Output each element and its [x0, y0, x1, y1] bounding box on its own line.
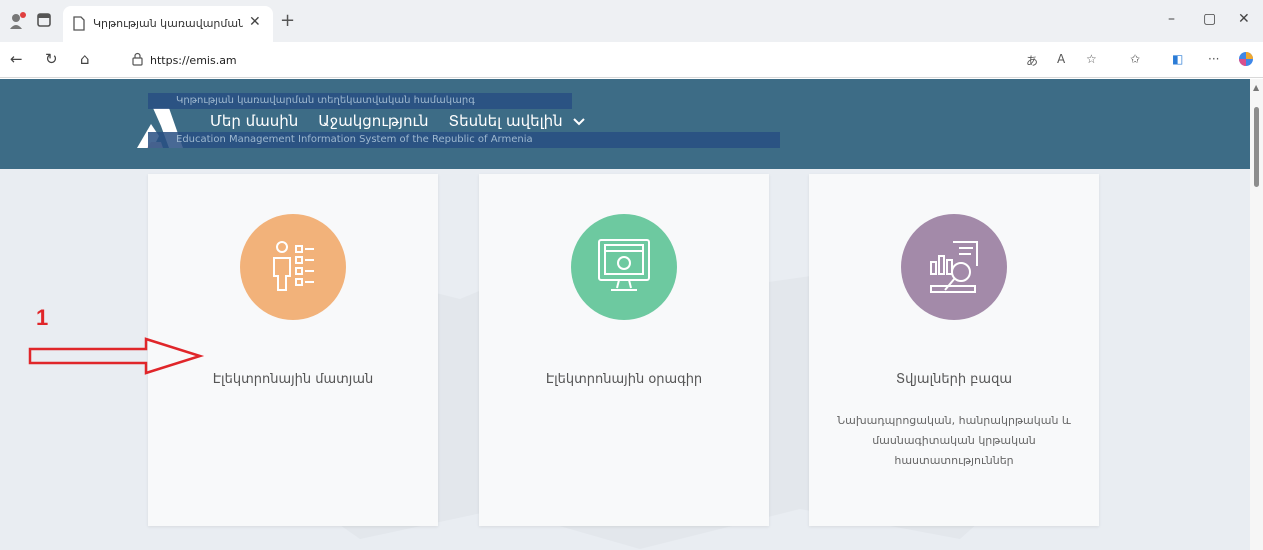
header-overlay-line2: Education Management Information System …: [176, 134, 533, 145]
more-options-icon[interactable]: ···: [1208, 52, 1219, 66]
copilot-icon[interactable]: [1238, 51, 1254, 67]
web-page: Կրթության կառավարման տեղեկատվական համակա…: [0, 79, 1250, 550]
card-description: Նախադպրոցական, հանրակրթական և մասնագիտակ…: [837, 414, 1071, 467]
close-tab-icon[interactable]: ✕: [249, 14, 261, 30]
collections-icon[interactable]: ◧: [1172, 52, 1183, 66]
card-icon-circle: [240, 214, 346, 320]
annotation-number: 1: [36, 305, 49, 330]
home-icon[interactable]: ⌂: [80, 50, 90, 68]
header-overlay-line1: Կրթության կառավարման տեղեկատվական համակա…: [176, 95, 475, 106]
nav-see-more-label: Տեսնել ավելին: [448, 112, 563, 130]
read-aloud-icon[interactable]: A: [1057, 52, 1065, 66]
card-icon-circle: [901, 214, 1007, 320]
translate-icon[interactable]: あ: [1026, 52, 1038, 69]
refresh-icon[interactable]: ↻: [45, 50, 58, 68]
card-database[interactable]: Տվյալների բազա Նախադպրոցական, հանրակրթակ…: [809, 174, 1099, 526]
scroll-up-arrow-icon[interactable]: ▲: [1253, 83, 1259, 92]
scrollbar-thumb[interactable]: [1254, 107, 1259, 187]
nav-about[interactable]: Մեր մասին: [210, 112, 298, 130]
site-header: Կրթության կառավարման տեղեկատվական համակա…: [0, 79, 1250, 169]
computer-monitor-icon: [598, 239, 650, 291]
minimize-button[interactable]: –: [1168, 11, 1175, 27]
page-scrollbar[interactable]: ▲: [1250, 79, 1263, 550]
favorites-icon[interactable]: ✩: [1130, 52, 1140, 66]
favorite-star-icon[interactable]: ☆: [1086, 52, 1097, 66]
person-checklist-icon: [273, 241, 314, 291]
tab-actions-icon[interactable]: [36, 12, 52, 28]
card-title: Տվյալների բազա: [895, 372, 1013, 387]
active-tab[interactable]: Կրթության կառավարման և տ ✕: [63, 6, 273, 42]
profile-icon[interactable]: [8, 12, 26, 30]
card-icon-circle: [571, 214, 677, 320]
card-electronic-diary[interactable]: Էլեկտրոնային օրագիր: [479, 174, 769, 526]
new-tab-button[interactable]: +: [280, 10, 295, 31]
close-window-button[interactable]: ✕: [1238, 11, 1250, 27]
tab-title: Կրթության կառավարման և տ: [93, 17, 243, 30]
address-toolbar: ← ↻ ⌂ あ A ☆ ✩ ◧ ···: [0, 42, 1263, 78]
red-arrow-annotation: [28, 337, 205, 375]
maximize-button[interactable]: ▢: [1203, 11, 1216, 27]
chevron-down-icon: [573, 118, 586, 126]
back-icon[interactable]: ←: [10, 50, 23, 68]
data-analysis-icon: [930, 241, 978, 293]
nav-support[interactable]: Աջակցություն: [318, 112, 428, 130]
nav-see-more[interactable]: Տեսնել ավելին: [449, 112, 586, 130]
card-title: Էլեկտրոնային օրագիր: [545, 372, 703, 387]
browser-tab-bar: Կրթության կառավարման և տ ✕ + – ▢ ✕: [0, 0, 1263, 42]
lock-icon[interactable]: [132, 52, 143, 66]
url-input[interactable]: [150, 50, 550, 70]
address-bar[interactable]: [124, 47, 1124, 73]
main-nav: Մեր մասին Աջակցություն Տեսնել ավելին: [210, 112, 586, 130]
page-icon: [73, 16, 85, 31]
